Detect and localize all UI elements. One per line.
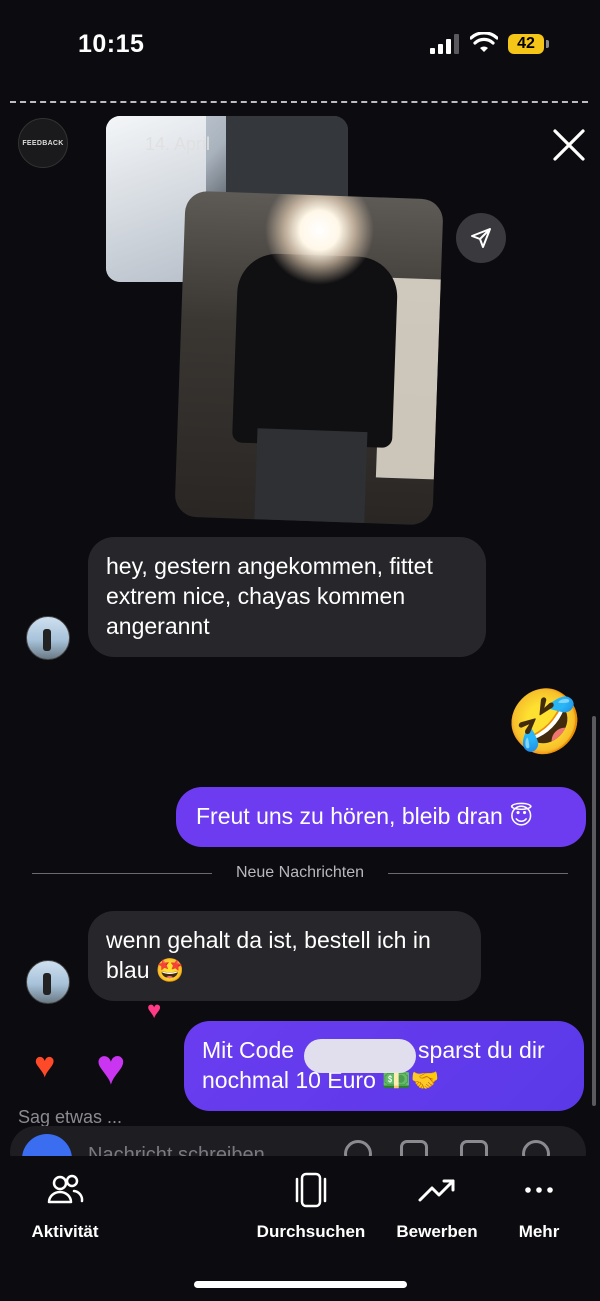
jeans-figure bbox=[254, 428, 368, 526]
battery-tip bbox=[546, 40, 549, 48]
share-button[interactable] bbox=[456, 213, 506, 263]
nav-label: Aktivität bbox=[31, 1222, 99, 1241]
nav-label: Durchsuchen bbox=[256, 1222, 366, 1241]
nav-more[interactable]: Mehr bbox=[479, 1172, 599, 1242]
incoming-message[interactable]: hey, gestern angekommen, fittet extrem n… bbox=[88, 537, 486, 657]
sender-avatar[interactable] bbox=[26, 960, 70, 1004]
story-photo-main[interactable] bbox=[174, 190, 444, 526]
message-text-start: Mit Code bbox=[202, 1037, 295, 1063]
nav-label: Mehr bbox=[518, 1222, 560, 1241]
new-messages-divider: Neue Nachrichten bbox=[235, 864, 365, 881]
close-icon[interactable] bbox=[550, 126, 588, 164]
story-progress-bar bbox=[10, 101, 588, 103]
outgoing-message-code[interactable]: Mit Code sparst du dir nochmal 10 Euro 💵🤝 bbox=[184, 1021, 584, 1111]
browse-icon bbox=[295, 1172, 327, 1208]
people-icon bbox=[47, 1174, 84, 1204]
reply-hint: Sag etwas ... bbox=[18, 1107, 123, 1127]
sender-avatar[interactable] bbox=[26, 616, 70, 660]
outgoing-message[interactable]: Freut uns zu hören, bleib dran 😇 bbox=[176, 787, 586, 847]
heart-icon: ♥ bbox=[96, 1039, 126, 1095]
send-icon bbox=[471, 228, 491, 248]
nav-activity[interactable]: Aktivität bbox=[5, 1172, 125, 1242]
nav-browse[interactable]: Durchsuchen bbox=[251, 1172, 371, 1242]
signal-icon bbox=[430, 34, 460, 54]
more-icon bbox=[525, 1187, 553, 1193]
story-header-bg bbox=[0, 70, 600, 110]
wifi-icon bbox=[470, 32, 498, 52]
status-time: 10:15 bbox=[78, 30, 145, 58]
heart-icon: ♥ bbox=[34, 1044, 56, 1085]
divider-line-right bbox=[388, 873, 568, 874]
story-date: 14. April bbox=[145, 134, 211, 154]
trending-up-icon bbox=[418, 1179, 455, 1202]
redacted-code bbox=[304, 1039, 416, 1073]
scrollbar[interactable] bbox=[592, 716, 596, 1106]
nav-label: Bewerben bbox=[396, 1222, 478, 1241]
heart-icon: ♥ bbox=[147, 997, 162, 1024]
emoji-reaction[interactable]: 🤣 bbox=[506, 688, 583, 758]
divider-line-left bbox=[32, 873, 212, 874]
home-indicator[interactable] bbox=[194, 1281, 407, 1288]
incoming-message[interactable]: wenn gehalt da ist, bestell ich in blau … bbox=[88, 911, 481, 1001]
battery-indicator: 42 bbox=[508, 34, 544, 54]
story-avatar[interactable]: FEEDBACK bbox=[18, 118, 68, 168]
